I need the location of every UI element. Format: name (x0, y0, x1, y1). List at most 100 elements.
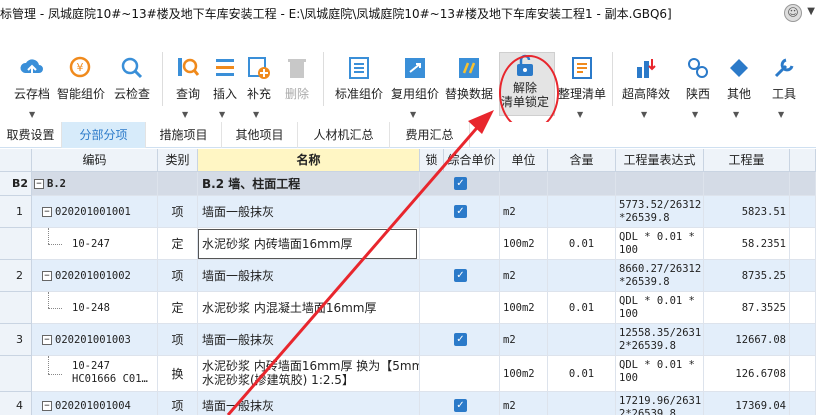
replace-data-button[interactable]: 替换数据 (445, 54, 493, 102)
tab-measures[interactable]: 措施项目 (146, 122, 222, 148)
tab-items[interactable]: 分部分项 (62, 122, 146, 148)
reuse-price-button[interactable]: 复用组价 (391, 54, 439, 102)
content-cell[interactable]: 0.01 (548, 228, 616, 260)
code-cell[interactable]: 10-247 HC01666 C01… (32, 356, 158, 392)
table-row[interactable]: 4−020201001004 项墙面一般抹灰 ✓ m2 17219.96/2631 2*2… (0, 392, 816, 415)
expression-cell[interactable]: 5773.52/26312 *26539.8 (616, 196, 704, 228)
extra-cell[interactable] (790, 260, 816, 292)
type-cell[interactable]: 换 (158, 356, 198, 392)
code-cell[interactable]: −020201001004 (32, 392, 158, 415)
type-cell[interactable] (158, 172, 198, 196)
cloud-check-button[interactable]: 云检查 (114, 54, 150, 102)
chevron-down-icon[interactable]: ▼ (778, 111, 784, 119)
code-cell[interactable]: −020201001002 (32, 260, 158, 292)
type-cell[interactable]: 项 (158, 324, 198, 356)
column-header-code[interactable]: 编码 (32, 149, 158, 172)
unit-cell[interactable] (500, 172, 548, 196)
type-cell[interactable]: 项 (158, 260, 198, 292)
expression-cell[interactable] (616, 172, 704, 196)
lock-cell[interactable]: ✓ (420, 392, 500, 415)
expression-cell[interactable]: QDL * 0.01 * 100 (616, 292, 704, 324)
collapse-toggle-icon[interactable]: − (42, 401, 52, 411)
supplement-button[interactable]: 补充 (245, 54, 273, 102)
column-header-name[interactable]: 名称 (198, 149, 420, 172)
chevron-down-icon[interactable]: ▼ (219, 111, 225, 119)
quantity-cell[interactable]: 5823.51 (704, 196, 790, 228)
table-row[interactable]: 10-248 定水泥砂浆 内混凝土墙面16mm厚 100m2 0.01 QDL * 0.… (0, 292, 816, 324)
unit-cell[interactable]: 100m2 (500, 356, 548, 392)
collapse-toggle-icon[interactable]: − (42, 207, 52, 217)
expression-cell[interactable]: QDL * 0.01 * 100 (616, 228, 704, 260)
tab-cost-summary[interactable]: 费用汇总 (390, 122, 470, 148)
type-cell[interactable]: 定 (158, 228, 198, 260)
content-cell[interactable] (548, 172, 616, 196)
shaanxi-button[interactable]: 陕西 (684, 54, 712, 102)
table-row[interactable]: 1−020201001001 项墙面一般抹灰 ✓ m2 5773.52/26312 *26… (0, 196, 816, 228)
unit-cell[interactable]: m2 (500, 196, 548, 228)
content-cell[interactable]: 0.01 (548, 292, 616, 324)
code-cell[interactable]: −020201001003 (32, 324, 158, 356)
expression-cell[interactable]: QDL * 0.01 * 100 (616, 356, 704, 392)
organize-list-button[interactable]: 整理清单 (558, 54, 606, 102)
lock-cell[interactable] (420, 228, 500, 260)
column-header-type[interactable]: 类别 (158, 149, 198, 172)
content-cell[interactable] (548, 392, 616, 415)
lock-checkbox[interactable]: ✓ (454, 177, 467, 190)
lock-checkbox[interactable]: ✓ (454, 205, 467, 218)
other-button[interactable]: 其他 (725, 54, 753, 102)
tools-button[interactable]: 工具 (770, 54, 798, 102)
content-cell[interactable] (548, 196, 616, 228)
expression-cell[interactable]: 12558.35/2631 2*26539.8 (616, 324, 704, 356)
insert-button[interactable]: 插入 (211, 54, 239, 102)
extra-cell[interactable] (790, 196, 816, 228)
collapse-toggle-icon[interactable]: − (42, 335, 52, 345)
quantity-cell[interactable]: 58.2351 (704, 228, 790, 260)
column-header-quantity[interactable]: 工程量 (704, 149, 790, 172)
name-cell[interactable]: B.2 墙、柱面工程 (198, 172, 420, 196)
unit-cell[interactable]: m2 (500, 324, 548, 356)
lock-checkbox[interactable]: ✓ (454, 269, 467, 282)
column-header-expression[interactable]: 工程量表达式 (616, 149, 704, 172)
expression-cell[interactable]: 17219.96/2631 2*26539.8 (616, 392, 704, 415)
chevron-down-icon[interactable]: ▼ (29, 111, 35, 119)
name-cell[interactable]: 墙面一般抹灰 (198, 392, 420, 415)
height-reduction-button[interactable]: 超高降效 (622, 54, 670, 102)
code-cell[interactable]: 10-247 (32, 228, 158, 260)
content-cell[interactable] (548, 324, 616, 356)
quantity-cell[interactable]: 12667.08 (704, 324, 790, 356)
chevron-down-icon[interactable]: ▼ (733, 111, 739, 119)
chevron-down-icon[interactable]: ▼ (253, 111, 259, 119)
extra-cell[interactable] (790, 392, 816, 415)
table-row[interactable]: B2− B.2 B.2 墙、柱面工程 ✓ (0, 172, 816, 196)
type-cell[interactable]: 项 (158, 196, 198, 228)
collapse-toggle-icon[interactable]: − (34, 179, 44, 189)
code-cell[interactable]: −020201001001 (32, 196, 158, 228)
type-cell[interactable]: 定 (158, 292, 198, 324)
table-row[interactable]: 10-247 定水泥砂浆 内砖墙面16mm厚 100m2 0.01 QDL * 0.01… (0, 228, 816, 260)
name-cell[interactable]: 墙面一般抹灰 (198, 260, 420, 292)
unit-cell[interactable]: m2 (500, 260, 548, 292)
quantity-cell[interactable]: 87.3525 (704, 292, 790, 324)
type-cell[interactable]: 项 (158, 392, 198, 415)
extra-cell[interactable] (790, 228, 816, 260)
lock-cell[interactable]: ✓ (420, 260, 500, 292)
quantity-cell[interactable]: 8735.25 (704, 260, 790, 292)
column-header-lock[interactable]: 锁定 (420, 149, 444, 172)
user-avatar[interactable]: ☺ (784, 4, 802, 22)
lock-cell[interactable]: ✓ (420, 172, 500, 196)
tab-other-items[interactable]: 其他项目 (222, 122, 298, 148)
extra-cell[interactable] (790, 172, 816, 196)
chevron-down-icon[interactable]: ▼ (692, 111, 698, 119)
content-cell[interactable]: 0.01 (548, 356, 616, 392)
name-cell[interactable]: 水泥砂浆 内混凝土墙面16mm厚 (198, 292, 420, 324)
lock-cell[interactable] (420, 292, 500, 324)
quantity-cell[interactable] (704, 172, 790, 196)
collapse-toggle-icon[interactable]: − (42, 271, 52, 281)
chevron-down-icon[interactable]: ▼ (641, 111, 647, 119)
tab-materials-summary[interactable]: 人材机汇总 (298, 122, 390, 148)
chevron-down-icon[interactable]: ▼ (182, 111, 188, 119)
extra-cell[interactable] (790, 324, 816, 356)
code-cell[interactable]: − B.2 (32, 172, 158, 196)
tab-fee-settings[interactable]: 取费设置 (0, 122, 62, 148)
column-header-content[interactable]: 含量 (548, 149, 616, 172)
